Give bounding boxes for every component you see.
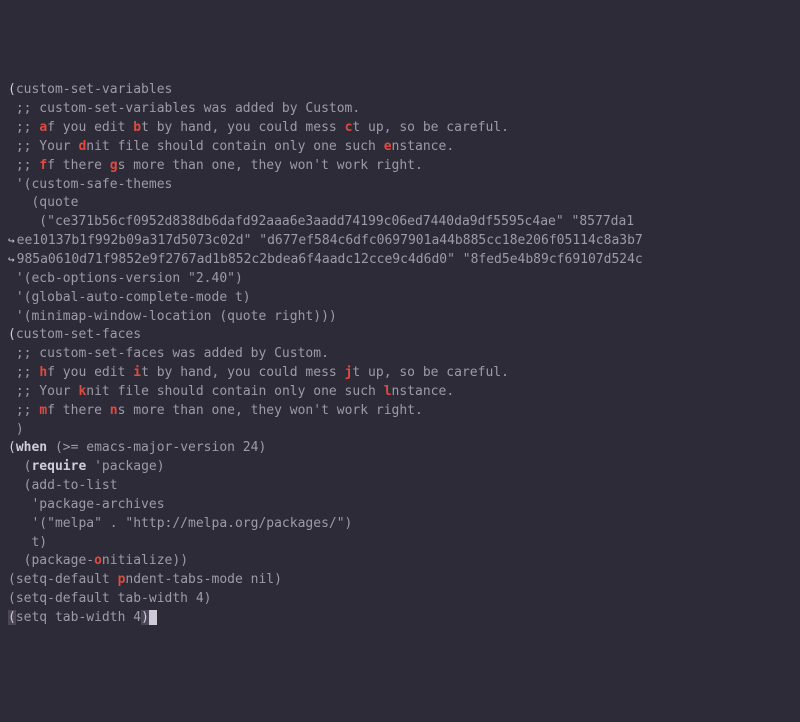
ace-jump-char[interactable]: n: [110, 403, 118, 418]
ace-jump-char[interactable]: i: [133, 365, 141, 380]
matching-paren-open: (: [8, 610, 16, 625]
ace-jump-char[interactable]: h: [39, 365, 47, 380]
code-line: t): [8, 534, 792, 553]
code-line: '(ecb-options-version "2.40"): [8, 270, 792, 289]
code-line: (quote: [8, 194, 792, 213]
comment-line: ;; af you edit bt by hand, you could mes…: [8, 119, 792, 138]
wrap-indicator-icon: ↪: [8, 252, 15, 268]
string-line: ("ce371b56cf0952d838db6dafd92aaa6e3aadd7…: [8, 213, 792, 232]
comment-line: ;; custom-set-variables was added by Cus…: [8, 100, 792, 119]
ace-jump-char[interactable]: l: [384, 384, 392, 399]
comment-line: ;; Your dnit file should contain only on…: [8, 138, 792, 157]
keyword: when: [16, 440, 47, 455]
string-line: '("melpa" . "http://melpa.org/packages/"…: [8, 515, 792, 534]
ace-jump-char[interactable]: g: [110, 158, 118, 173]
code-line: '(custom-safe-themes: [8, 176, 792, 195]
code-line-current: (setq tab-width 4): [8, 609, 792, 628]
text-cursor: [149, 610, 157, 625]
string-line-wrapped: ↪985a0610d71f9852e9f2767ad1b852c2bdea6f4…: [8, 251, 792, 270]
paren-open: (: [8, 82, 16, 97]
ace-jump-char[interactable]: f: [39, 158, 47, 173]
code-line: '(global-auto-complete-mode t): [8, 289, 792, 308]
ace-jump-char[interactable]: a: [39, 120, 47, 135]
keyword: require: [31, 459, 86, 474]
comment-line: ;; custom-set-faces was added by Custom.: [8, 345, 792, 364]
code-line: (custom-set-variables: [8, 81, 792, 100]
emacs-code-buffer[interactable]: (custom-set-variables ;; custom-set-vari…: [8, 81, 792, 627]
code-line: (require 'package): [8, 458, 792, 477]
paren-open: (: [8, 440, 16, 455]
comment-line: ;; mf there ns more than one, they won't…: [8, 402, 792, 421]
code-line: '(minimap-window-location (quote right))…: [8, 308, 792, 327]
comment-line: ;; hf you edit it by hand, you could mes…: [8, 364, 792, 383]
code-line: (add-to-list: [8, 477, 792, 496]
ace-jump-char[interactable]: m: [39, 403, 47, 418]
code-line: (setq-default pndent-tabs-mode nil): [8, 571, 792, 590]
wrap-indicator-icon: ↪: [8, 233, 15, 249]
code-line: 'package-archives: [8, 496, 792, 515]
symbol: custom-set-variables: [16, 82, 173, 97]
ace-jump-char[interactable]: e: [384, 139, 392, 154]
string-line-wrapped: ↪ee10137b1f992b09a317d5073c02d" "d677ef5…: [8, 232, 792, 251]
comment-line: ;; ff there gs more than one, they won't…: [8, 157, 792, 176]
code-line: (package-onitialize)): [8, 552, 792, 571]
matching-paren-close: ): [141, 610, 149, 625]
code-line: (custom-set-faces: [8, 326, 792, 345]
ace-jump-char[interactable]: b: [133, 120, 141, 135]
symbol: custom-set-faces: [16, 327, 141, 342]
code-line: ): [8, 421, 792, 440]
ace-jump-char[interactable]: o: [94, 553, 102, 568]
code-line: (setq-default tab-width 4): [8, 590, 792, 609]
paren-open: (: [8, 327, 16, 342]
comment-line: ;; Your knit file should contain only on…: [8, 383, 792, 402]
code-line: (when (>= emacs-major-version 24): [8, 439, 792, 458]
